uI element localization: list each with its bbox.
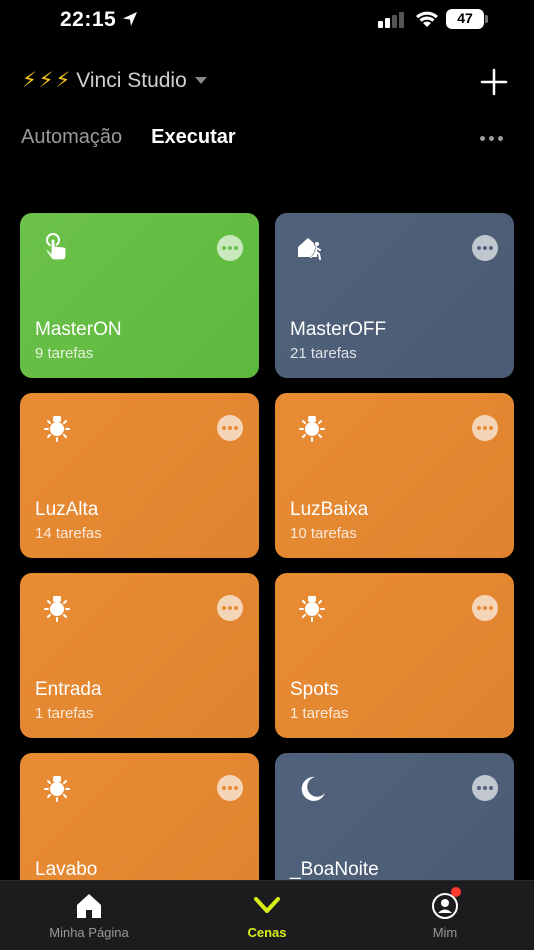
scene-name: LuzBaixa: [290, 499, 369, 520]
scene-name: Spots: [290, 679, 339, 700]
scene-task-count: 1 tarefas: [35, 705, 94, 722]
tabbar-label: Minha Página: [49, 925, 129, 940]
scene-more-button[interactable]: [217, 415, 243, 441]
tabbar-label: Cenas: [247, 925, 287, 940]
scene-name: LuzAlta: [35, 499, 99, 520]
tabbar-item-cenas[interactable]: Cenas: [178, 881, 356, 950]
lightbulb-icon: [44, 776, 70, 802]
scene-name: _BoaNoite: [290, 859, 379, 880]
scene-name: Lavabo: [35, 859, 98, 880]
home-selector[interactable]: ⚡⚡⚡ Vinci Studio: [22, 68, 207, 93]
scene-more-button[interactable]: [472, 595, 498, 621]
scene-card[interactable]: Entrada 1 tarefas: [20, 573, 259, 738]
scene-tabs: Automação Executar: [21, 126, 236, 149]
tab-executar[interactable]: Executar: [151, 126, 236, 149]
scene-card[interactable]: MasterOFF 21 tarefas: [275, 213, 514, 378]
caret-down-icon: [194, 77, 207, 84]
scene-more-button[interactable]: [217, 235, 243, 261]
notification-badge: [451, 887, 461, 897]
tab-automacao[interactable]: Automação: [21, 126, 122, 149]
scene-more-button[interactable]: [217, 595, 243, 621]
more-options-icon[interactable]: [480, 130, 508, 146]
tabbar-item-minha-pagina[interactable]: Minha Página: [0, 881, 178, 950]
location-arrow-icon: [123, 12, 137, 26]
lightbulb-icon: [299, 596, 325, 622]
lightbulb-icon: [44, 596, 70, 622]
tabbar-label: Mim: [432, 925, 458, 940]
scene-grid: MasterON 9 tarefas MasterOFF 21 tarefas …: [20, 213, 514, 918]
chevron-down-icon: [254, 897, 280, 913]
lightbulb-icon: [44, 416, 70, 442]
scene-task-count: 10 tarefas: [290, 525, 357, 542]
scene-more-button[interactable]: [472, 415, 498, 441]
home-name: Vinci Studio: [76, 68, 187, 92]
scene-card[interactable]: LuzBaixa 10 tarefas: [275, 393, 514, 558]
leave-home-icon: [298, 238, 321, 260]
scene-more-button[interactable]: [472, 775, 498, 801]
bolt-icons: ⚡⚡⚡: [22, 69, 73, 92]
tabbar-item-mim[interactable]: Mim: [356, 881, 534, 950]
home-icon: [77, 894, 101, 918]
lightbulb-icon: [299, 416, 325, 442]
scene-task-count: 14 tarefas: [35, 525, 102, 542]
scene-more-button[interactable]: [217, 775, 243, 801]
plus-icon[interactable]: [478, 66, 510, 98]
scene-card[interactable]: MasterON 9 tarefas: [20, 213, 259, 378]
scene-more-button[interactable]: [472, 235, 498, 261]
scene-card[interactable]: LuzAlta 14 tarefas: [20, 393, 259, 558]
scene-name: MasterOFF: [290, 319, 387, 340]
scene-name: Entrada: [35, 679, 102, 700]
battery-level: 47: [457, 10, 473, 26]
touch-hand-icon: [45, 233, 67, 261]
battery-icon: 47: [446, 9, 488, 29]
scene-task-count: 1 tarefas: [290, 705, 349, 722]
scene-card[interactable]: Spots 1 tarefas: [275, 573, 514, 738]
scene-task-count: 9 tarefas: [35, 345, 94, 362]
wifi-icon: [416, 11, 438, 27]
signal-icon: [378, 12, 404, 28]
scene-task-count: 21 tarefas: [290, 345, 357, 362]
status-bar: 22:15 47: [0, 0, 534, 44]
scene-name: MasterON: [35, 319, 122, 340]
status-time: 22:15: [60, 8, 117, 31]
moon-icon: [301, 776, 325, 801]
